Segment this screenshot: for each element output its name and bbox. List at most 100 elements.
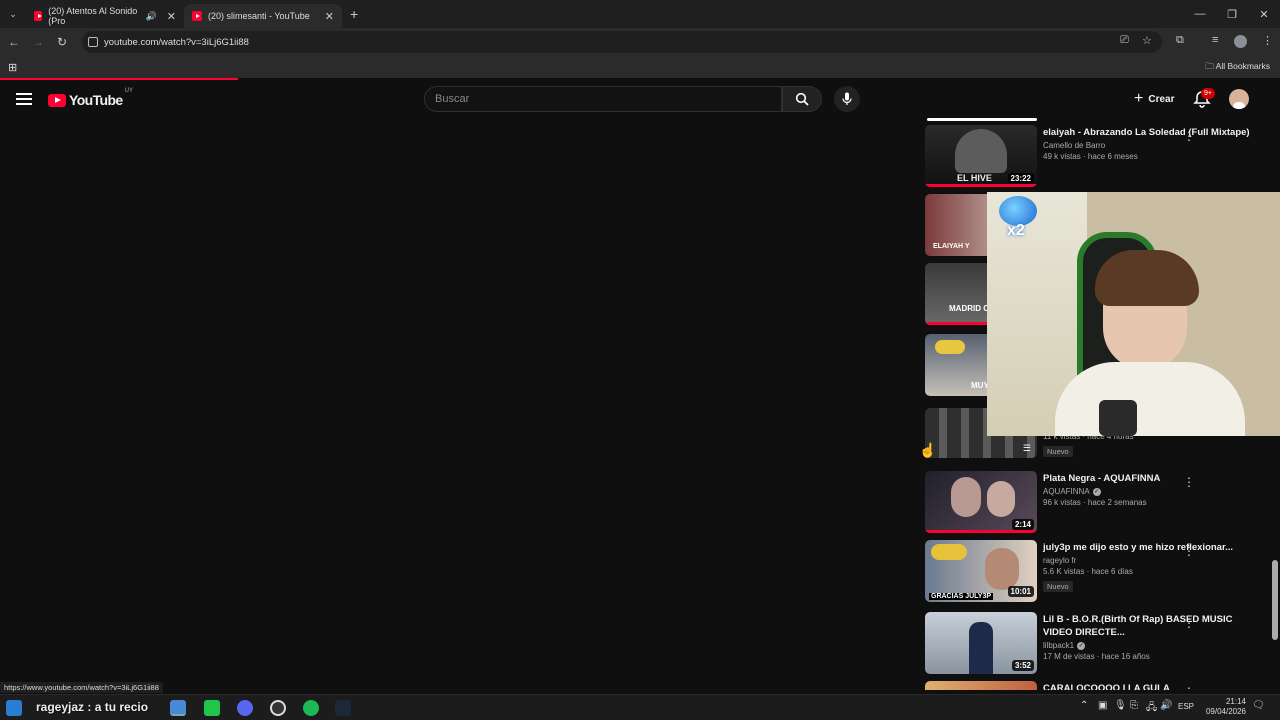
video-stats: 17 M de vistas · hace 16 años [1043,652,1150,661]
tab-slimesanti[interactable]: (20) slimesanti - YouTube ✕ [184,4,342,28]
install-app-icon[interactable]: ⎚ [1120,34,1129,47]
search-placeholder: Buscar [435,93,470,105]
search-input[interactable]: Buscar [424,86,782,112]
video-thumbnail[interactable] [925,681,1037,690]
close-window-icon[interactable]: ✕ [1248,0,1280,28]
list-item[interactable]: 2:14 Plata Negra - AQUAFINNA AQUAFINNA ✓ … [925,471,1280,535]
maximize-icon[interactable]: ❐ [1216,0,1248,28]
video-stats: 96 k vistas · hace 2 semanas [1043,498,1147,507]
playlist-icon: ☰ [1022,443,1031,453]
channel-name[interactable]: lilbpack1 ✓ [1043,641,1263,650]
kick-taskbar-icon[interactable] [204,700,220,716]
thumbnail-text: ELAIYAH Y [933,243,970,250]
watch-progress [925,322,993,325]
volume-icon[interactable]: 🔊 [1160,700,1172,711]
all-bookmarks-label: All Bookmarks [1215,61,1270,71]
mic-tray-icon[interactable]: 🎙 [1114,700,1127,711]
video-title[interactable]: CARALOCOOOO I LA GULA [1043,682,1263,690]
notification-center-icon[interactable]: 🗨 [1252,700,1265,711]
profile-avatar-icon[interactable] [1234,35,1247,48]
language-indicator[interactable]: ESP [1178,702,1194,711]
previous-item-progress [927,118,1037,121]
microphone-stand [1099,400,1137,436]
tab-search-icon[interactable]: ⌄ [0,9,26,20]
more-actions-icon[interactable]: ⋮ [1183,476,1195,488]
close-icon[interactable]: ✕ [325,10,334,23]
more-actions-icon[interactable]: ⋮ [1183,545,1195,557]
video-title[interactable]: Plata Negra - AQUAFINNA [1043,472,1263,485]
duration-badge: 10:01 [1007,586,1034,597]
back-icon[interactable]: ← [2,35,26,49]
window-controls: — ❐ ✕ [1184,0,1280,28]
notifications-badge: 9+ [1201,88,1215,99]
minimize-icon[interactable]: — [1184,0,1216,28]
apps-grid-icon[interactable]: ⊞ [8,61,17,74]
list-item[interactable]: GRACIAS JULY3P 10:01 july3p me dijo esto… [925,540,1280,604]
close-icon[interactable]: ✕ [167,10,176,23]
speaker-icon[interactable]: 🔊 [146,11,157,22]
tray-chevron-icon[interactable]: ⌃ [1080,700,1088,711]
video-stats: 5.6 K vistas · hace 6 días [1043,567,1133,576]
site-info-icon[interactable] [88,37,98,47]
bookmark-star-icon[interactable]: ☆ [1142,34,1152,47]
list-item[interactable]: 3:52 Lil B - B.O.R.(Birth Of Rap) BASED … [925,612,1280,676]
video-thumbnail[interactable]: 2:14 [925,471,1037,533]
channel-name[interactable]: Camello de Barro [1043,141,1263,150]
video-title[interactable]: july3p me dijo esto y me hizo reflexiona… [1043,541,1263,554]
thumbnail-text: GRACIAS JULY3P [929,593,994,600]
youtube-play-icon [48,93,66,107]
youtube-favicon-icon [192,11,202,21]
channel-name[interactable]: rageylo fr [1043,556,1263,565]
video-thumbnail[interactable]: EL HIVE 23:22 [925,125,1037,187]
stream-overlay-text: rageyjaz : a tu recio [36,700,149,714]
voice-search-button[interactable] [834,86,860,112]
create-button[interactable]: + Crear [1128,87,1180,111]
video-meta: CARALOCOOOO I LA GULA [1043,682,1263,690]
more-actions-icon[interactable]: ⋮ [1183,686,1195,690]
video-thumbnail[interactable]: GRACIAS JULY3P 10:01 [925,540,1037,602]
tray-app-icon[interactable]: ▣ [1098,700,1107,711]
plus-icon: + [1134,90,1144,107]
duration-badge: 3:52 [1011,660,1034,671]
all-bookmarks-button[interactable]: 🗀 All Bookmarks [1205,61,1270,75]
spotify-taskbar-icon[interactable] [303,700,319,716]
account-avatar[interactable] [1229,89,1249,109]
thumbnail-figure [987,481,1015,517]
url-field[interactable]: youtube.com/watch?v=3iLj6G1ii88 [82,31,1162,53]
kebab-menu-icon[interactable]: ⋮ [1262,34,1273,47]
system-clock[interactable]: 21:14 09/04/2026 [1206,697,1246,717]
tab-atentos[interactable]: (20) Atentos Al Sonido (Pro 🔊 ✕ [26,4,184,28]
discord-taskbar-icon[interactable] [237,700,253,716]
new-tab-button[interactable]: + [350,6,358,22]
logo-wordmark: YouTube [69,92,123,108]
video-title[interactable]: elaiyah - Abrazando La Soledad (Full Mix… [1043,126,1263,139]
list-item[interactable]: CARALOCOOOO I LA GULA ⋮ [925,681,1280,690]
more-actions-icon[interactable]: ⋮ [1183,617,1195,629]
youtube-favicon-icon [34,11,43,21]
webcam-overlay: x2 [987,192,1280,436]
forward-icon[interactable]: → [26,35,50,49]
search-button[interactable] [782,86,822,112]
reload-icon[interactable]: ↻ [50,35,74,49]
obs-taskbar-icon[interactable] [270,700,286,716]
usb-tray-icon[interactable]: ⎘ [1130,700,1138,711]
hamburger-menu-icon[interactable] [16,93,32,105]
browser-tab-strip: ⌄ (20) Atentos Al Sonido (Pro 🔊 ✕ (20) s… [0,0,1280,28]
video-meta: 11 k vistas · hace 4 horas Nuevo [1043,432,1263,459]
chrome-taskbar-icon[interactable] [170,700,186,716]
more-actions-icon[interactable]: ⋮ [1183,130,1195,142]
duration-badge: 23:22 [1007,173,1034,184]
start-icon[interactable] [6,700,22,716]
video-title[interactable]: Lil B - B.O.R.(Birth Of Rap) BASED MUSIC… [1043,613,1263,639]
video-thumbnail[interactable]: 3:52 [925,612,1037,674]
watch-progress [925,184,1037,187]
steam-taskbar-icon[interactable] [335,700,351,716]
media-queue-icon[interactable]: ≡ [1212,34,1218,46]
youtube-logo[interactable]: YouTube UY [48,88,133,108]
scrollbar-thumb[interactable] [1272,560,1278,640]
extensions-icon[interactable]: ⧉ [1176,34,1184,47]
list-item[interactable]: EL HIVE 23:22 elaiyah - Abrazando La Sol… [925,125,1280,189]
network-icon[interactable]: 🖧 [1146,700,1157,717]
watch-progress [925,530,1037,533]
channel-name[interactable]: AQUAFINNA ✓ [1043,487,1263,496]
